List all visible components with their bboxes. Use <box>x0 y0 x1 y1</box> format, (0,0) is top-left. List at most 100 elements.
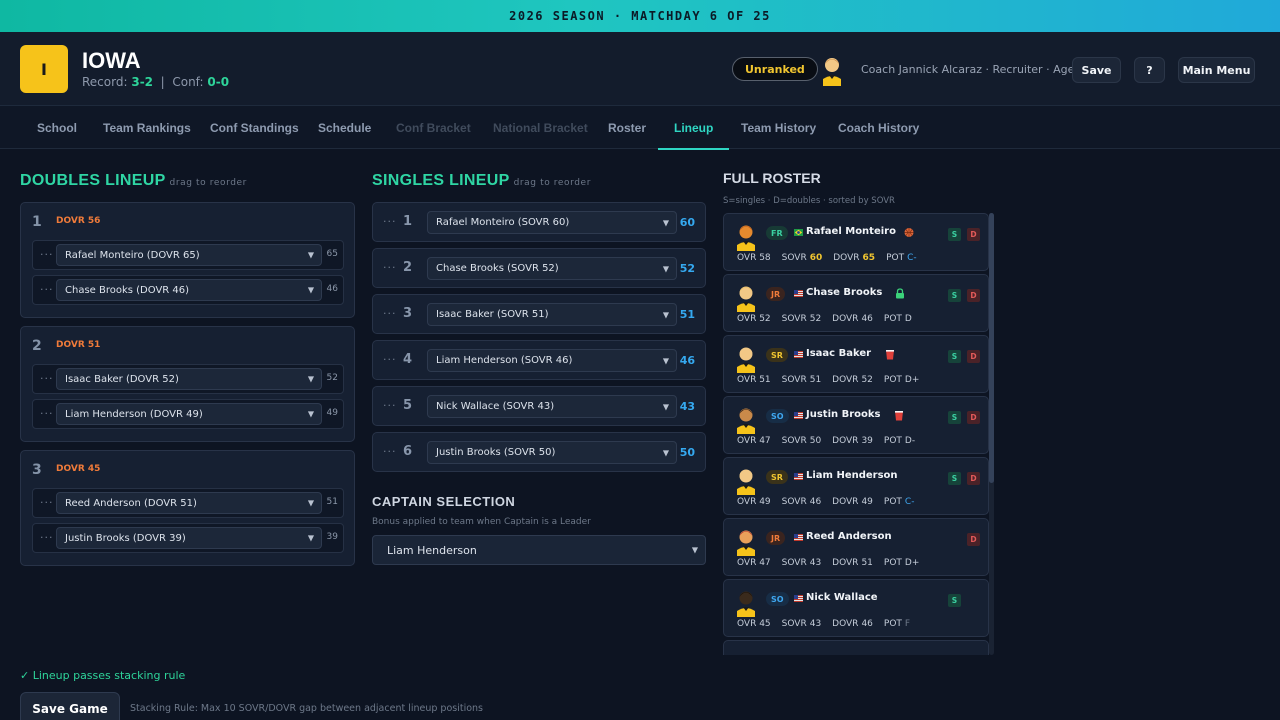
roster-scrollbar[interactable] <box>989 213 994 655</box>
doubles-player-row[interactable]: ··· Liam Henderson (DOVR 49) ▼ 49 <box>32 399 344 429</box>
tab-school[interactable]: School <box>37 106 77 149</box>
player-select[interactable]: Justin Brooks (DOVR 39) ▼ <box>56 527 322 549</box>
stat-sovr-label: SOVR <box>781 253 807 263</box>
drag-handle-icon[interactable]: ··· <box>40 372 54 385</box>
player-select[interactable]: Isaac Baker (DOVR 52) ▼ <box>56 368 322 390</box>
drag-handle-icon[interactable]: ··· <box>383 445 397 458</box>
player-avatar-icon <box>737 469 755 495</box>
tab-schedule[interactable]: Schedule <box>318 106 371 149</box>
flag-icon <box>794 534 803 541</box>
drag-handle-icon[interactable]: ··· <box>383 307 397 320</box>
roster-player-card[interactable] <box>723 640 989 655</box>
player-name: Chase Brooks <box>806 287 883 298</box>
stat-sovr-value: 43 <box>809 619 822 629</box>
stat-dovr: DOVR 52 <box>832 375 873 385</box>
singles-row[interactable]: ··· 1 Rafael Monteiro (SOVR 60) ▼ 60 <box>372 202 706 242</box>
chevron-down-icon: ▼ <box>307 374 314 384</box>
team-record: Record: 3-2 | Conf: 0-0 <box>82 75 229 89</box>
singles-row[interactable]: ··· 4 Liam Henderson (SOVR 46) ▼ 46 <box>372 340 706 380</box>
drag-handle-icon[interactable]: ··· <box>383 215 397 228</box>
tab-national-bracket[interactable]: National Bracket <box>493 106 588 149</box>
captain-select[interactable]: Liam Henderson ▼ <box>372 535 706 565</box>
drag-handle-icon[interactable]: ··· <box>40 496 54 509</box>
player-select[interactable]: Liam Henderson (DOVR 49) ▼ <box>56 403 322 425</box>
chevron-down-icon: ▼ <box>662 356 669 365</box>
tab-lineup[interactable]: Lineup <box>657 106 730 150</box>
class-year-badge: JR <box>766 531 786 545</box>
doubles-player-row[interactable]: ··· Justin Brooks (DOVR 39) ▼ 39 <box>32 523 344 553</box>
singles-position: 4 <box>403 352 413 367</box>
singles-eligible-tag: S <box>948 594 961 607</box>
player-stats: OVR 45 SOVR 43 DOVR 46 POT F <box>737 619 921 629</box>
singles-row[interactable]: ··· 3 Isaac Baker (SOVR 51) ▼ 51 <box>372 294 706 334</box>
help-button[interactable]: ? <box>1134 57 1165 83</box>
doubles-lineup-title: DOUBLES LINEUP drag to reorder <box>20 172 247 190</box>
stat-dovr-value: 46 <box>861 314 873 324</box>
captain-select-value: Liam Henderson <box>387 543 477 557</box>
chevron-down-icon: ▼ <box>662 264 669 273</box>
stat-pot-value: C- <box>904 497 915 507</box>
main-menu-button[interactable]: Main Menu <box>1178 57 1255 83</box>
roster-player-card[interactable]: JR Reed Anderson D OVR 47 SOVR 43 DOVR 51 POT D+ <box>723 518 989 576</box>
conf-value: 0-0 <box>207 75 230 89</box>
player-select-value: Isaac Baker (SOVR 51) <box>436 309 549 320</box>
tab-roster[interactable]: Roster <box>608 106 646 149</box>
singles-eligible-tag: S <box>948 472 961 485</box>
doubles-player-row[interactable]: ··· Rafael Monteiro (DOVR 65) ▼ 65 <box>32 240 344 270</box>
stat-pot-label: POT <box>883 375 902 385</box>
drag-handle-icon[interactable]: ··· <box>383 399 397 412</box>
roster-player-card[interactable]: JR Chase Brooks S D OVR 52 SOVR 52 DOVR 46 POT D <box>723 274 989 332</box>
season-banner-text: 2026 SEASON · MATCHDAY 6 OF 25 <box>509 9 771 23</box>
player-select[interactable]: Justin Brooks (SOVR 50) ▼ <box>427 441 677 464</box>
stat-pot-value: D+ <box>904 558 920 568</box>
player-select[interactable]: Liam Henderson (SOVR 46) ▼ <box>427 349 677 372</box>
stat-pot-label: POT <box>883 619 902 629</box>
drag-handle-icon[interactable]: ··· <box>383 261 397 274</box>
singles-row[interactable]: ··· 5 Nick Wallace (SOVR 43) ▼ 43 <box>372 386 706 426</box>
tab-team-history[interactable]: Team History <box>741 106 816 149</box>
player-stats: OVR 49 SOVR 46 DOVR 49 POT C- <box>737 497 925 507</box>
player-select[interactable]: Chase Brooks (DOVR 46) ▼ <box>56 279 322 301</box>
season-banner: 2026 SEASON · MATCHDAY 6 OF 25 <box>0 0 1280 32</box>
tab-conf-bracket[interactable]: Conf Bracket <box>396 106 471 149</box>
player-select[interactable]: Nick Wallace (SOVR 43) ▼ <box>427 395 677 418</box>
player-sovr: 52 <box>679 262 695 275</box>
stat-dovr-value: 51 <box>861 558 873 568</box>
tab-team-rankings[interactable]: Team Rankings <box>103 106 191 149</box>
singles-lineup-title: SINGLES LINEUP drag to reorder <box>372 172 591 190</box>
tab-coach-history[interactable]: Coach History <box>838 106 919 149</box>
roster-player-card[interactable]: SR Isaac Baker S D OVR 51 SOVR 51 DOVR 52 POT D+ <box>723 335 989 393</box>
player-select[interactable]: Reed Anderson (DOVR 51) ▼ <box>56 492 322 514</box>
stat-sovr-value: 51 <box>809 375 822 385</box>
stat-pot-value: D+ <box>904 375 920 385</box>
team-logo: I <box>20 45 68 93</box>
stat-dovr: DOVR 49 <box>832 497 873 507</box>
singles-row[interactable]: ··· 6 Justin Brooks (SOVR 50) ▼ 50 <box>372 432 706 472</box>
roster-player-card[interactable]: SO Nick Wallace S OVR 45 SOVR 43 DOVR 46 POT F <box>723 579 989 637</box>
player-select[interactable]: Rafael Monteiro (SOVR 60) ▼ <box>427 211 677 234</box>
drag-handle-icon[interactable]: ··· <box>40 248 54 261</box>
player-dovr: 46 <box>326 284 338 294</box>
class-year-badge: JR <box>766 287 786 301</box>
roster-list[interactable]: FR Rafael Monteiro S D OVR 58 SOVR 60 DOVR 65 POT… <box>723 213 995 655</box>
save-game-button[interactable]: Save Game <box>20 692 120 720</box>
doubles-player-row[interactable]: ··· Chase Brooks (DOVR 46) ▼ 46 <box>32 275 344 305</box>
save-button[interactable]: Save <box>1072 57 1121 83</box>
singles-row[interactable]: ··· 2 Chase Brooks (SOVR 52) ▼ 52 <box>372 248 706 288</box>
tab-conf-standings[interactable]: Conf Standings <box>210 106 299 149</box>
player-select[interactable]: Rafael Monteiro (DOVR 65) ▼ <box>56 244 322 266</box>
player-sovr: 43 <box>679 400 695 413</box>
doubles-player-row[interactable]: ··· Reed Anderson (DOVR 51) ▼ 51 <box>32 488 344 518</box>
player-select[interactable]: Isaac Baker (SOVR 51) ▼ <box>427 303 677 326</box>
player-select[interactable]: Chase Brooks (SOVR 52) ▼ <box>427 257 677 280</box>
drag-handle-icon[interactable]: ··· <box>40 531 54 544</box>
scrollbar-thumb[interactable] <box>989 213 994 483</box>
pair-number: 1 <box>32 214 42 230</box>
roster-player-card[interactable]: SO Justin Brooks S D OVR 47 SOVR 50 DOVR 39 POT D- <box>723 396 989 454</box>
roster-player-card[interactable]: SR Liam Henderson S D OVR 49 SOVR 46 DOVR 49 POT C… <box>723 457 989 515</box>
drag-handle-icon[interactable]: ··· <box>383 353 397 366</box>
doubles-player-row[interactable]: ··· Isaac Baker (DOVR 52) ▼ 52 <box>32 364 344 394</box>
roster-player-card[interactable]: FR Rafael Monteiro S D OVR 58 SOVR 60 DOVR 65 POT… <box>723 213 989 271</box>
drag-handle-icon[interactable]: ··· <box>40 283 54 296</box>
drag-handle-icon[interactable]: ··· <box>40 407 54 420</box>
